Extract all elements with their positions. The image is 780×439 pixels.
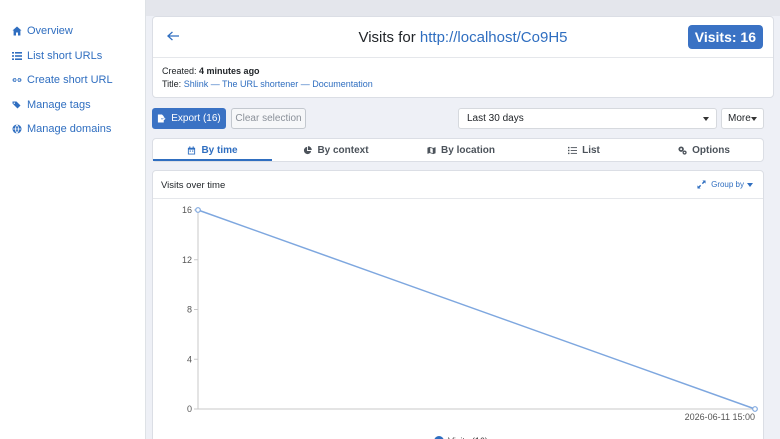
file-export-icon — [158, 114, 166, 123]
tab-label: By context — [317, 144, 369, 156]
sidebar-item-manage-domains[interactable]: Manage domains — [0, 117, 145, 142]
group-by-dropdown[interactable]: Group by — [697, 180, 753, 189]
home-icon — [12, 26, 22, 36]
group-by-label: Group by — [711, 180, 744, 189]
export-label: Export (16) — [171, 113, 221, 124]
short-url-meta: Created: 4 minutes ago Title: Shlink — T… — [162, 65, 373, 91]
sidebar-item-label: List short URLs — [27, 49, 103, 62]
visits-header-card: Visits for http://localhost/Co9H5 Visits… — [152, 16, 774, 98]
title-label: Title: — [162, 79, 182, 89]
more-dropdown-button[interactable]: More — [721, 108, 764, 129]
expand-arrows-icon — [697, 180, 706, 189]
y-tick-label: 4 — [187, 354, 192, 364]
visits-line-chart: 04812162026-06-11 15:00Visits (16) — [182, 205, 758, 439]
x-tick-label: 2026-06-11 15:00 — [685, 412, 755, 422]
tab-label: Options — [692, 144, 730, 156]
data-point — [195, 207, 201, 213]
cogs-icon — [678, 145, 687, 155]
link-icon — [12, 75, 22, 85]
calendar-icon — [188, 145, 196, 155]
series-line — [197, 209, 756, 410]
sidebar: Overview List short URLs Create short UR… — [0, 0, 146, 439]
clear-selection-button[interactable]: Clear selection — [231, 108, 306, 129]
list-icon — [12, 51, 22, 61]
sidebar-item-label: Create short URL — [27, 74, 113, 87]
sidebar-item-list-short-urls[interactable]: List short URLs — [0, 44, 145, 69]
tab-by-location[interactable]: By location — [400, 139, 522, 161]
tags-icon — [12, 100, 22, 110]
y-tick-label: 0 — [187, 404, 192, 414]
chart-header: Visits over time Group by — [153, 171, 763, 199]
main-content: Visits for http://localhost/Co9H5 Visits… — [146, 0, 780, 439]
data-point — [752, 406, 758, 412]
short-url-link[interactable]: http://localhost/Co9H5 — [420, 29, 568, 46]
pie-chart-icon — [304, 145, 313, 154]
sidebar-item-manage-tags[interactable]: Manage tags — [0, 93, 145, 118]
tab-by-context[interactable]: By context — [275, 139, 397, 161]
globe-icon — [12, 124, 22, 135]
date-range-dropdown[interactable]: Last 30 days — [458, 108, 717, 129]
visits-chart-card: Visits over time Group by 0 4 8 12 16 2026-06… — [152, 170, 764, 439]
sidebar-item-label: Manage domains — [27, 123, 112, 136]
sidebar-item-label: Overview — [27, 25, 73, 38]
visits-header: Visits for http://localhost/Co9H5 Visits… — [153, 17, 773, 58]
chevron-down-icon — [747, 182, 753, 187]
visits-tabs: By time By context By location List Opti… — [152, 138, 764, 162]
tab-label: By time — [201, 144, 238, 156]
visits-count-badge: Visits: 16 — [687, 25, 763, 49]
top-strip — [146, 0, 780, 16]
tab-label: List — [582, 144, 600, 156]
long-url-title-link[interactable]: Shlink — The URL shortener — Documentati… — [184, 79, 373, 89]
created-value: 4 minutes ago — [199, 66, 260, 76]
y-tick-label: 8 — [187, 305, 192, 315]
chart-title: Visits over time — [161, 180, 226, 191]
date-range-value: Last 30 days — [467, 113, 524, 124]
created-label: Created: — [162, 66, 197, 76]
tab-by-time[interactable]: By time — [153, 139, 272, 161]
active-tab-indicator — [153, 159, 272, 161]
map-icon — [427, 146, 436, 154]
more-label: More — [728, 113, 751, 124]
page-title: Visits for http://localhost/Co9H5 — [153, 29, 773, 46]
y-tick-label: 12 — [182, 255, 192, 265]
tab-options[interactable]: Options — [645, 139, 763, 161]
sidebar-item-label: Manage tags — [27, 98, 91, 111]
chevron-down-icon — [751, 117, 757, 121]
chevron-down-icon — [703, 117, 709, 121]
created-row: Created: 4 minutes ago — [162, 65, 373, 78]
y-tick-label: 16 — [182, 205, 192, 215]
list-icon — [568, 146, 578, 154]
sidebar-item-create-short-url[interactable]: Create short URL — [0, 68, 145, 93]
title-row: Title: Shlink — The URL shortener — Docu… — [162, 78, 373, 91]
sidebar-item-overview[interactable]: Overview — [0, 19, 145, 44]
tab-list[interactable]: List — [525, 139, 643, 161]
title-prefix: Visits for — [358, 29, 416, 46]
tab-label: By location — [441, 144, 495, 156]
export-button[interactable]: Export (16) — [152, 108, 226, 129]
